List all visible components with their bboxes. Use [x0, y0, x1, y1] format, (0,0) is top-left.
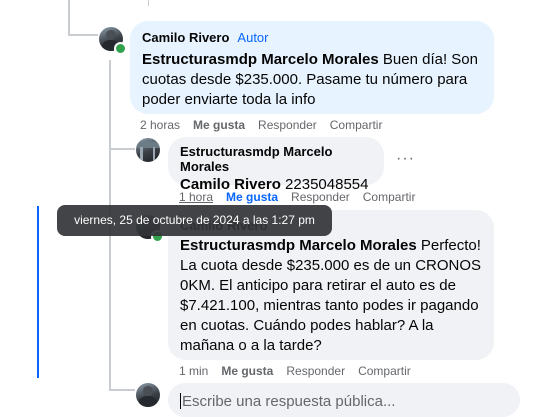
- comment-timestamp[interactable]: 2 horas: [140, 118, 180, 132]
- comment-author[interactable]: Estructurasmdp Marcelo Morales: [180, 144, 372, 174]
- comment-actions: 2 horas Me gusta Responder Compartir: [140, 118, 395, 132]
- comment-timestamp[interactable]: 1 min: [179, 364, 208, 378]
- online-status-indicator: [114, 42, 127, 55]
- comment-timestamp[interactable]: 1 hora: [179, 190, 213, 204]
- share-button[interactable]: Compartir: [358, 364, 411, 378]
- mention-link[interactable]: Estructurasmdp Marcelo Morales: [180, 237, 417, 254]
- reply-button[interactable]: Responder: [258, 118, 317, 132]
- share-button[interactable]: Compartir: [330, 118, 383, 132]
- reply-button[interactable]: Responder: [291, 190, 350, 204]
- comment-actions: 1 min Me gusta Responder Compartir: [179, 364, 424, 378]
- text-caret: [180, 393, 181, 409]
- thread-line: [68, 34, 98, 36]
- more-options-icon[interactable]: ···: [396, 150, 415, 168]
- author-badge: Autor: [237, 30, 269, 45]
- timestamp-tooltip: viernes, 25 de octubre de 2024 a las 1:2…: [57, 205, 332, 236]
- comment-text: Estructurasmdp Marcelo Morales Perfecto!…: [180, 236, 482, 356]
- thread-focus-indicator: [37, 206, 39, 378]
- like-button[interactable]: Me gusta: [221, 364, 273, 378]
- comment-text: Estructurasmdp Marcelo Morales Buen día!…: [142, 50, 482, 110]
- avatar[interactable]: [136, 138, 160, 162]
- thread-line: [68, 0, 70, 36]
- avatar: [136, 383, 160, 407]
- like-button[interactable]: Me gusta: [226, 190, 278, 204]
- reply-input[interactable]: Escribe una respuesta pública...: [168, 383, 520, 417]
- comment-body: Perfecto! La cuota desde $235.000 es de …: [180, 237, 482, 354]
- reply-input-placeholder: Escribe una respuesta pública...: [182, 393, 396, 410]
- like-button[interactable]: Me gusta: [193, 118, 245, 132]
- thread-line: [148, 0, 149, 6]
- comment-bubble: Estructurasmdp Marcelo Morales Camilo Ri…: [168, 137, 384, 193]
- mention-link[interactable]: Estructurasmdp Marcelo Morales: [142, 51, 379, 68]
- comment-actions: 1 hora Me gusta Responder Compartir: [179, 190, 428, 204]
- share-button[interactable]: Compartir: [363, 190, 416, 204]
- thread-line: [109, 389, 135, 391]
- reply-button[interactable]: Responder: [286, 364, 345, 378]
- comment-author[interactable]: Camilo Rivero: [142, 30, 229, 45]
- comment-bubble: Camilo Rivero Autor Estructurasmdp Marcel…: [130, 21, 494, 114]
- thread-line: [109, 148, 135, 150]
